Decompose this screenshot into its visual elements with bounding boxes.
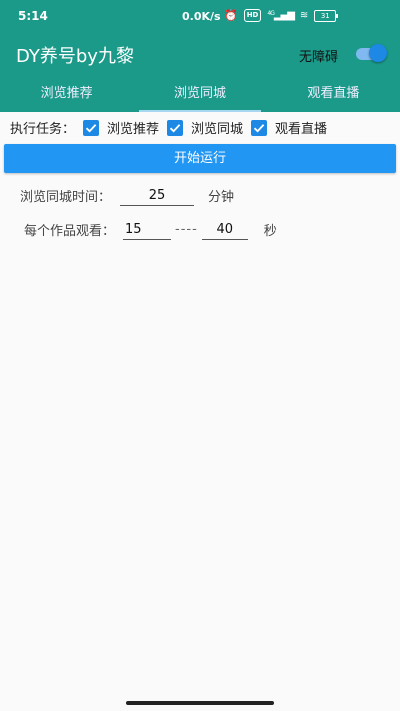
accessibility-switch[interactable] — [354, 44, 388, 62]
tab-watch-live[interactable]: 观看直播 — [267, 76, 400, 112]
tab-browse-local[interactable]: 浏览同城 — [133, 76, 266, 112]
home-indicator[interactable] — [126, 701, 274, 705]
accessibility-label: 无障碍 — [299, 50, 339, 65]
tab-bar: 浏览推荐 浏览同城 观看直播 — [0, 76, 400, 112]
browse-time-label: 浏览同城时间： — [20, 190, 112, 205]
browse-time-input[interactable] — [120, 185, 195, 206]
status-time: 5:14 — [18, 9, 48, 23]
checkbox-checked-icon[interactable] — [251, 119, 268, 136]
switch-thumb — [369, 44, 387, 62]
status-bar: 5:14 0.0K/s ⏰ HD 4G▂▄▆ ≋ 31 — [0, 0, 400, 34]
wifi-icon: ≋ — [299, 10, 309, 21]
task-row: 执行任务： 浏览推荐 浏览同城 观看直播 — [10, 118, 335, 137]
task-watch-live-label: 观看直播 — [275, 122, 328, 137]
task-label: 执行任务： — [10, 122, 76, 137]
browse-time-row: 浏览同城时间： 分钟 — [20, 185, 234, 206]
watch-time-unit: 秒 — [263, 224, 277, 239]
task-browse-local[interactable]: 浏览同城 — [167, 118, 243, 137]
watch-time-label: 每个作品观看： — [24, 224, 116, 239]
watch-min-input[interactable] — [123, 219, 172, 240]
checkbox-checked-icon[interactable] — [83, 119, 100, 136]
signal-icon: 4G▂▄▆ — [267, 10, 295, 21]
tab-browse-recommend[interactable]: 浏览推荐 — [0, 76, 133, 112]
battery-icon: 31 — [314, 9, 339, 22]
task-browse-recommend[interactable]: 浏览推荐 — [83, 118, 159, 137]
start-button[interactable]: 开始运行 — [4, 144, 396, 173]
task-browse-local-label: 浏览同城 — [191, 122, 244, 137]
task-watch-live[interactable]: 观看直播 — [251, 118, 327, 137]
browse-time-unit: 分钟 — [208, 190, 235, 205]
hd-icon: HD — [243, 9, 262, 22]
status-icons: ⏰ HD 4G▂▄▆ ≋ 31 — [224, 9, 339, 22]
app-bar: DY养号by九黎 无障碍 — [0, 34, 400, 76]
watch-max-input[interactable] — [201, 219, 248, 240]
alarm-icon: ⏰ — [224, 9, 238, 22]
signal-label: 4G — [267, 10, 275, 17]
app-title: DY养号by九黎 — [16, 46, 134, 67]
task-browse-recommend-label: 浏览推荐 — [107, 122, 160, 137]
watch-time-row: 每个作品观看： ---- 秒 — [24, 219, 277, 240]
checkbox-checked-icon[interactable] — [167, 119, 184, 136]
network-speed: 0.0K/s — [182, 10, 221, 23]
range-separator: ---- — [175, 222, 198, 237]
